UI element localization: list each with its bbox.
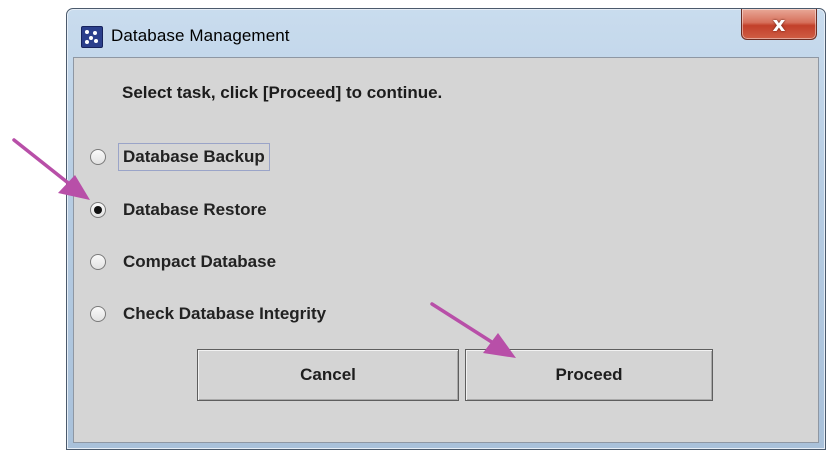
radio-button-selected[interactable] — [90, 202, 106, 218]
close-icon: x — [772, 12, 786, 36]
app-icon — [81, 26, 103, 48]
option-compact-database[interactable]: Compact Database — [90, 247, 281, 277]
instruction-text: Select task, click [Proceed] to continue… — [122, 83, 443, 102]
option-label: Compact Database — [123, 252, 277, 271]
option-label: Database Backup — [118, 143, 270, 171]
title-bar[interactable]: Database Management x — [67, 9, 825, 57]
window-title: Database Management — [111, 26, 290, 45]
radio-button[interactable] — [90, 254, 106, 270]
database-management-window: Database Management x Select task, click… — [66, 8, 826, 450]
option-database-backup[interactable]: Database Backup — [90, 142, 270, 172]
option-label: Database Restore — [123, 200, 267, 219]
proceed-button[interactable]: Proceed — [465, 349, 713, 401]
radio-button[interactable] — [90, 306, 106, 322]
option-label: Check Database Integrity — [123, 304, 327, 323]
radio-button[interactable] — [90, 149, 106, 165]
cancel-button[interactable]: Cancel — [197, 349, 459, 401]
option-check-database-integrity[interactable]: Check Database Integrity — [90, 299, 331, 329]
dialog-body: Select task, click [Proceed] to continue… — [73, 57, 819, 443]
close-button[interactable]: x — [741, 9, 817, 40]
option-database-restore[interactable]: Database Restore — [90, 195, 272, 225]
